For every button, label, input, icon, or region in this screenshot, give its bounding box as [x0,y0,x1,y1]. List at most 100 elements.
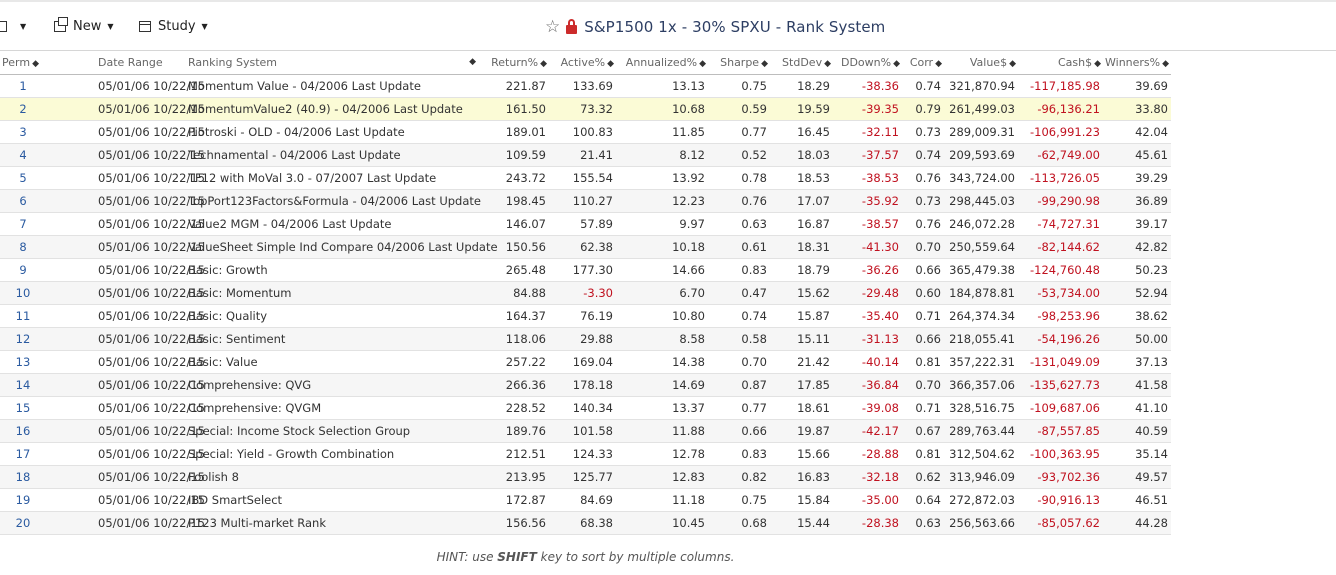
table-row[interactable]: 1 05/01/06 10/22/15 Momentum Value - 04/20… [0,74,1171,98]
cell-ranking-system[interactable]: Basic: Value [166,350,478,374]
cell-ranking-system[interactable]: Comprehensive: QVGM [166,396,478,420]
column-header-corr[interactable]: Corr ◆ [902,51,944,75]
cell-corr: 0.63 [902,511,944,535]
cell-return: 109.59 [478,143,549,167]
cell-perm[interactable]: 7 [0,212,46,236]
sort-icon: ◆ [1094,58,1101,69]
column-header-active[interactable]: Active% ◆ [549,51,616,75]
table-row[interactable]: 20 05/01/06 10/22/15 P123 Multi-market Ran… [0,511,1171,535]
view-menu-button[interactable]: ▼ [0,16,26,36]
table-row[interactable]: 17 05/01/06 10/22/15 Special: Yield - Grow… [0,442,1171,466]
cell-perm[interactable]: 13 [0,350,46,374]
column-header-perm[interactable]: Perm ◆ [0,51,46,75]
cell-ranking-system[interactable]: IBD SmartSelect [166,488,478,512]
column-header-ranking-system[interactable]: Ranking System ◆ [166,51,478,75]
cell-return: 189.76 [478,419,549,443]
column-header-sharpe[interactable]: Sharpe ◆ [708,51,770,75]
cell-perm[interactable]: 14 [0,373,46,397]
cell-perm[interactable]: 9 [0,258,46,282]
cell-perm[interactable]: 16 [0,419,46,443]
cell-perm[interactable]: 1 [0,74,46,98]
cell-perm[interactable]: 6 [0,189,46,213]
cell-active: 29.88 [549,327,616,351]
table-row[interactable]: 4 05/01/06 10/22/15 Technamental - 04/2006… [0,143,1171,167]
cell-ranking-system[interactable]: Value2 MGM - 04/2006 Last Update [166,212,478,236]
cell-ranking-system[interactable]: Foolish 8 [166,465,478,489]
cell-winners: 46.51 [1103,488,1171,512]
table-row[interactable]: 13 05/01/06 10/22/15 Basic: Value 257.22 169… [0,350,1171,374]
cell-ranking-system[interactable]: Basic: Momentum [166,281,478,305]
cell-perm[interactable]: 12 [0,327,46,351]
lock-icon [566,19,578,34]
table-row[interactable]: 19 05/01/06 10/22/15 IBD SmartSelect 172.87… [0,488,1171,512]
cell-perm[interactable]: 15 [0,396,46,420]
column-header-cash[interactable]: Cash$ ◆ [1018,51,1103,75]
cell-ranking-system[interactable]: Basic: Growth [166,258,478,282]
cell-perm[interactable]: 17 [0,442,46,466]
sort-icon: ◆ [893,58,900,69]
cell-ranking-system[interactable]: ValueSheet Simple Ind Compare 04/2006 La… [166,235,498,259]
cell-annualized: 13.37 [616,396,708,420]
cell-ranking-system[interactable]: Basic: Sentiment [166,327,478,351]
cell-ranking-system[interactable]: TopPort123Factors&Formula - 04/2006 Last… [166,189,481,213]
cell-annualized: 12.78 [616,442,708,466]
cell-return: 118.06 [478,327,549,351]
table-row[interactable]: 2 05/01/06 10/22/15 MomentumValue2 (40.9) … [0,97,1171,121]
table-row[interactable]: 6 05/01/06 10/22/15 TopPort123Factors&Form… [0,189,1171,213]
sort-icon: ◆ [699,58,706,69]
table-row[interactable]: 5 05/01/06 10/22/15 TF12 with MoVal 3.0 - … [0,166,1171,190]
column-header-return[interactable]: Return% ◆ [478,51,549,75]
cell-ranking-system[interactable]: Technamental - 04/2006 Last Update [166,143,478,167]
favorite-star-icon[interactable]: ☆ [545,18,560,36]
cell-perm[interactable]: 8 [0,235,46,259]
cell-perm[interactable]: 19 [0,488,46,512]
cell-ranking-system[interactable]: Basic: Quality [166,304,478,328]
column-header-stddev[interactable]: StdDev ◆ [770,51,833,75]
cell-ranking-system[interactable]: Special: Income Stock Selection Group [166,419,478,443]
cell-stddev: 18.79 [770,258,833,282]
table-row[interactable]: 15 05/01/06 10/22/15 Comprehensive: QVGM 22… [0,396,1171,420]
cell-ranking-system[interactable]: MomentumValue2 (40.9) - 04/2006 Last Upd… [166,97,478,121]
cell-perm[interactable]: 20 [0,511,46,535]
cell-winners: 42.04 [1103,120,1171,144]
new-menu-button[interactable]: New ▼ [54,16,114,36]
table-row[interactable]: 14 05/01/06 10/22/15 Comprehensive: QVG 266… [0,373,1171,397]
cell-value: 209,593.69 [944,143,1018,167]
cell-perm[interactable]: 3 [0,120,46,144]
column-header-value[interactable]: Value$ ◆ [944,51,1018,75]
cell-perm[interactable]: 11 [0,304,46,328]
cell-date-range: 05/01/06 10/22/15 [46,511,205,535]
table-row[interactable]: 10 05/01/06 10/22/15 Basic: Momentum 84.88-… [0,281,1171,305]
cell-cash: -113,726.05 [1018,166,1103,190]
sort-icon: ◆ [607,58,614,69]
cell-perm[interactable]: 18 [0,465,46,489]
cell-value: 184,878.81 [944,281,1018,305]
cell-perm[interactable]: 2 [0,97,46,121]
cell-ranking-system[interactable]: TF12 with MoVal 3.0 - 07/2007 Last Updat… [166,166,478,190]
chevron-down-icon: ▼ [107,21,114,31]
study-menu-button[interactable]: Study ▼ [139,16,208,36]
cell-perm[interactable]: 4 [0,143,46,167]
table-row[interactable]: 12 05/01/06 10/22/15 Basic: Sentiment 118.0… [0,327,1171,351]
cell-ranking-system[interactable]: Piotroski - OLD - 04/2006 Last Update [166,120,478,144]
table-row[interactable]: 16 05/01/06 10/22/15 Special: Income Stock… [0,419,1171,443]
cell-ranking-system[interactable]: Momentum Value - 04/2006 Last Update [166,74,478,98]
sort-icon: ◆ [824,58,831,69]
table-row[interactable]: 9 05/01/06 10/22/15 Basic: Growth 265.48 177… [0,258,1171,282]
cell-return: 265.48 [478,258,549,282]
cell-ranking-system[interactable]: Comprehensive: QVG [166,373,478,397]
column-header-annualized[interactable]: Annualized% ◆ [616,51,708,75]
table-row[interactable]: 11 05/01/06 10/22/15 Basic: Quality 164.37 7… [0,304,1171,328]
cell-perm[interactable]: 5 [0,166,46,190]
column-header-ddown[interactable]: DDown% ◆ [833,51,902,75]
cell-ranking-system[interactable]: P123 Multi-market Rank [166,511,478,535]
table-row[interactable]: 8 05/01/06 10/22/15 ValueSheet Simple Ind … [0,235,1171,259]
cell-perm[interactable]: 10 [0,281,46,305]
table-row[interactable]: 3 05/01/06 10/22/15 Piotroski - OLD - 04/2… [0,120,1171,144]
table-row[interactable]: 7 05/01/06 10/22/15 Value2 MGM - 04/2006 L… [0,212,1171,236]
cell-corr: 0.70 [902,235,944,259]
table-row[interactable]: 18 05/01/06 10/22/15 Foolish 8 213.95 125.77… [0,465,1171,489]
cell-value: 366,357.06 [944,373,1018,397]
cell-ranking-system[interactable]: Special: Yield - Growth Combination [166,442,478,466]
column-header-winners[interactable]: Winners% ◆ [1103,51,1171,75]
